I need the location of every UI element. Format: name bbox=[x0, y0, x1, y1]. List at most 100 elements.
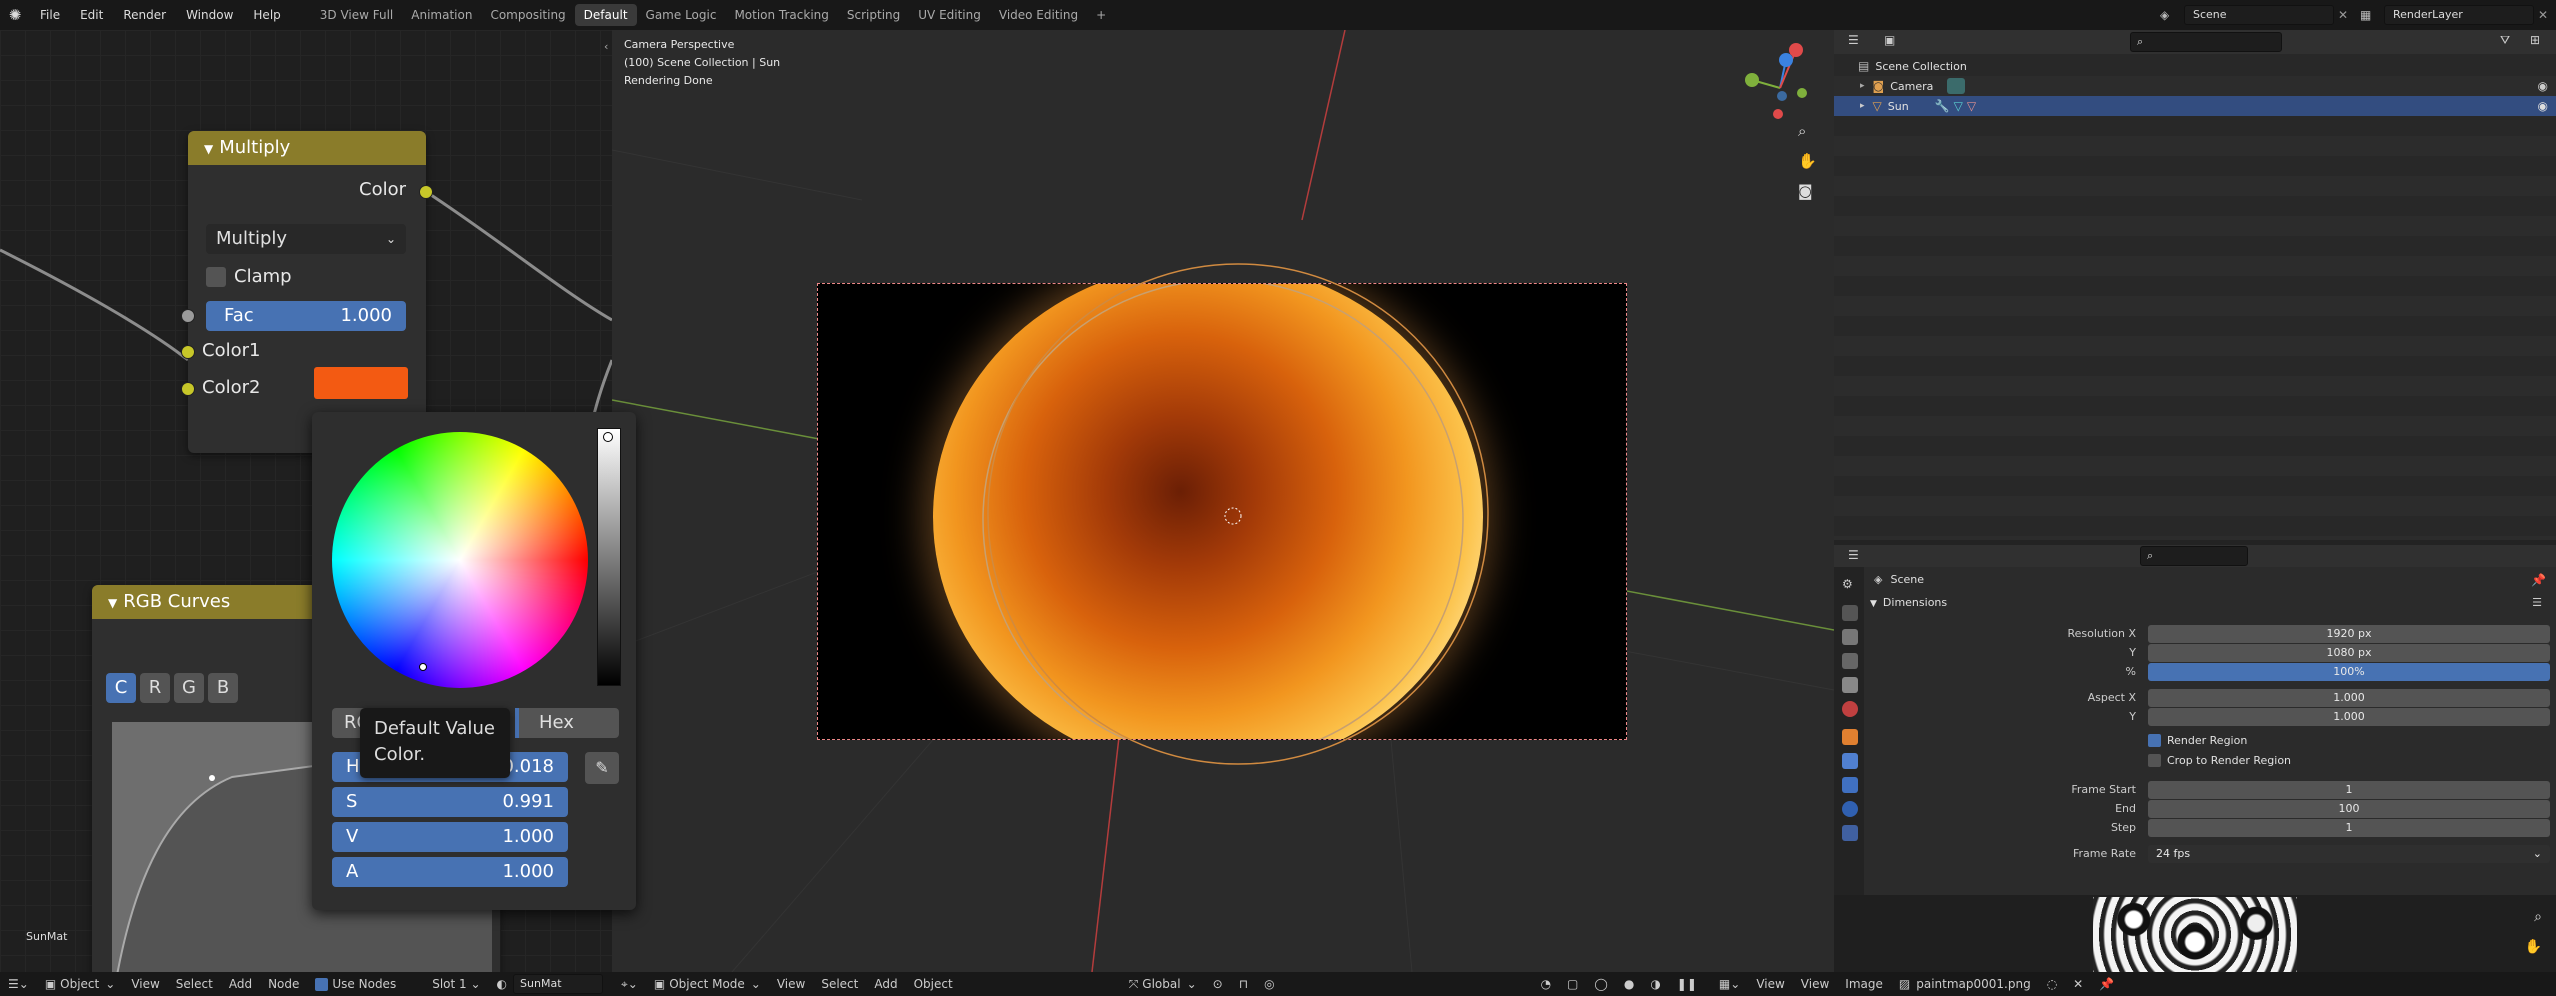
hand-icon[interactable]: ✋ bbox=[1798, 152, 1817, 170]
outliner-row-sun[interactable]: ▸ ▽ Sun 🔧 ▽ ▽ ◉ bbox=[1834, 96, 2556, 116]
collapse-icon[interactable]: ▼ bbox=[204, 142, 213, 156]
aspect-x-field[interactable]: 1.000 bbox=[2148, 689, 2550, 707]
object-tab-icon[interactable] bbox=[1842, 729, 1858, 745]
panel-collapse-icon[interactable]: ▼ bbox=[1870, 599, 1877, 609]
pin-icon[interactable]: 📌 bbox=[2531, 573, 2546, 587]
channel-r-button[interactable]: R bbox=[140, 673, 170, 703]
color-picker-popup[interactable]: RGB Hex H0.018 ✎ S0.991 V1.000 A1.000 De… bbox=[312, 412, 636, 910]
frame-end-field[interactable]: 100 bbox=[2148, 800, 2550, 818]
3d-viewport[interactable]: Camera Perspective (100) Scene Collectio… bbox=[612, 30, 1834, 972]
node-menu-select[interactable]: Select bbox=[168, 977, 221, 991]
material-selector[interactable]: ◐ SunMat bbox=[489, 974, 611, 994]
resolution-y-field[interactable]: 1080 px bbox=[2148, 644, 2550, 662]
render-layer-field[interactable]: RenderLayer bbox=[2384, 5, 2534, 25]
menu-help[interactable]: Help bbox=[243, 0, 290, 30]
img-menu-view[interactable]: View bbox=[1748, 977, 1792, 991]
zoom-icon[interactable]: ⌕ bbox=[1798, 122, 1806, 140]
image-editor[interactable]: ⌕ ✋ bbox=[1834, 895, 2556, 972]
use-nodes-checkbox[interactable]: Use Nodes bbox=[307, 977, 404, 991]
color2-socket[interactable] bbox=[181, 382, 195, 396]
menu-render[interactable]: Render bbox=[113, 0, 176, 30]
camera-icon[interactable]: ◙ bbox=[1798, 182, 1813, 200]
node-menu-node[interactable]: Node bbox=[260, 977, 307, 991]
eye-icon[interactable]: ◉ bbox=[2538, 79, 2548, 93]
img-menu-view-2[interactable]: View bbox=[1793, 977, 1837, 991]
pin-icon[interactable]: 📌 bbox=[2091, 977, 2122, 991]
outliner-search-input[interactable]: ⌕ bbox=[2130, 32, 2282, 52]
tab-video-editing[interactable]: Video Editing bbox=[990, 4, 1087, 26]
new-collection-icon[interactable]: ⊞ bbox=[2530, 33, 2540, 47]
saturation-field[interactable]: S 0.991 bbox=[332, 787, 568, 817]
channel-c-button[interactable]: C bbox=[106, 673, 136, 703]
tool-tab-icon[interactable]: ⚙ bbox=[1842, 577, 1858, 593]
close-icon[interactable]: ✕ bbox=[2338, 8, 2348, 22]
editor-type-icon[interactable]: ☰ bbox=[1848, 33, 1859, 47]
hex-mode-button[interactable]: Hex bbox=[515, 708, 619, 738]
filter-icon[interactable]: ⛛ bbox=[2500, 33, 2510, 48]
tab-3d-view-full[interactable]: 3D View Full bbox=[311, 4, 403, 26]
viewport-menu-select[interactable]: Select bbox=[813, 977, 866, 991]
frame-step-field[interactable]: 1 bbox=[2148, 819, 2550, 837]
hand-icon[interactable]: ✋ bbox=[2525, 939, 2542, 955]
frame-rate-dropdown[interactable]: 24 fps ⌄ bbox=[2148, 845, 2550, 863]
eye-icon[interactable]: ◉ bbox=[2538, 99, 2548, 113]
multiply-node[interactable]: ▼ Multiply Color Multiply ⌄ Clamp Fac 1.0… bbox=[181, 131, 433, 453]
blender-logo-icon[interactable]: ✺ bbox=[0, 6, 30, 24]
resolution-percent-slider[interactable]: 100% bbox=[2148, 663, 2550, 681]
image-selector[interactable]: ▨ paintmap0001.png bbox=[1891, 977, 2039, 991]
alpha-field[interactable]: A 1.000 bbox=[332, 857, 568, 887]
node-mode-dropdown[interactable]: ▣ Object ⌄ bbox=[37, 977, 124, 991]
expand-arrow-icon[interactable]: ▸ bbox=[1860, 101, 1865, 111]
close-icon[interactable]: ✕ bbox=[2538, 8, 2548, 22]
fake-user-icon[interactable]: ◌ bbox=[2039, 977, 2065, 991]
fac-slider[interactable]: Fac 1.000 bbox=[206, 301, 406, 331]
navigation-gizmo[interactable] bbox=[1730, 38, 1830, 138]
properties-editor[interactable]: ☰ ⌕ ⚙ ◈ Scene 📌 ▼ Dimensions ☰ Resolution… bbox=[1834, 545, 2556, 895]
menu-file[interactable]: File bbox=[30, 0, 70, 30]
crop-region-checkbox[interactable]: Crop to Render Region bbox=[2148, 754, 2291, 767]
resolution-x-field[interactable]: 1920 px bbox=[2148, 625, 2550, 643]
scene-name-field[interactable]: Scene bbox=[2184, 5, 2334, 25]
pause-render-icon[interactable]: ❚❚ bbox=[1669, 977, 1705, 991]
viewport-menu-view[interactable]: View bbox=[769, 977, 813, 991]
close-icon[interactable]: ✕ bbox=[2065, 977, 2091, 991]
viewport-menu-add[interactable]: Add bbox=[866, 977, 905, 991]
outliner-row-scene-collection[interactable]: ▤ Scene Collection bbox=[1834, 56, 2556, 76]
frame-start-field[interactable]: 1 bbox=[2148, 781, 2550, 799]
node-menu-view[interactable]: View bbox=[123, 977, 167, 991]
color1-socket[interactable] bbox=[181, 345, 195, 359]
outliner-row-camera[interactable]: ▸ ◙ Camera ◉ bbox=[1834, 76, 2556, 96]
value-slider-handle[interactable] bbox=[603, 432, 613, 442]
aspect-y-field[interactable]: 1.000 bbox=[2148, 708, 2550, 726]
slot-dropdown[interactable]: Slot 1 ⌄ bbox=[424, 977, 488, 991]
display-mode-icon[interactable]: ▣ bbox=[1884, 33, 1895, 47]
clamp-checkbox[interactable]: Clamp bbox=[206, 266, 292, 287]
menu-window[interactable]: Window bbox=[176, 0, 243, 30]
editor-type-icon[interactable]: ⌖⌄ bbox=[613, 977, 646, 992]
list-icon[interactable]: ☰ bbox=[2532, 593, 2542, 613]
checkbox-box[interactable] bbox=[2148, 754, 2161, 767]
render-region-checkbox[interactable]: Render Region bbox=[2148, 734, 2247, 747]
tab-default[interactable]: Default bbox=[574, 4, 637, 26]
tab-game-logic[interactable]: Game Logic bbox=[637, 4, 726, 26]
collapse-icon[interactable]: ▼ bbox=[108, 596, 117, 610]
tab-uv-editing[interactable]: UV Editing bbox=[909, 4, 990, 26]
channel-g-button[interactable]: G bbox=[174, 673, 204, 703]
channel-b-button[interactable]: B bbox=[208, 673, 238, 703]
zoom-icon[interactable]: ⌕ bbox=[2534, 909, 2542, 925]
node-header[interactable]: ▼ Multiply bbox=[188, 131, 426, 165]
viewport-menu-object[interactable]: Object bbox=[906, 977, 961, 991]
editor-type-icon[interactable]: ▦⌄ bbox=[1711, 977, 1748, 991]
tab-motion-tracking[interactable]: Motion Tracking bbox=[725, 4, 837, 26]
shading-solid-icon[interactable]: ● bbox=[1616, 977, 1642, 991]
transform-orientation-dropdown[interactable]: ⤧ Global ⌄ bbox=[1121, 977, 1205, 992]
editor-type-icon[interactable]: ☰ bbox=[1848, 548, 1859, 562]
fac-socket[interactable] bbox=[181, 309, 195, 323]
value-slider[interactable] bbox=[597, 428, 621, 686]
tab-animation[interactable]: Animation bbox=[402, 4, 481, 26]
scene-selector[interactable]: ◈ Scene ✕ bbox=[2160, 4, 2350, 26]
dimensions-panel-header[interactable]: ▼ Dimensions ☰ bbox=[1870, 593, 2556, 613]
editor-type-icon[interactable]: ☰⌄ bbox=[0, 977, 37, 991]
render-tab-icon[interactable] bbox=[1842, 605, 1858, 621]
img-menu-image[interactable]: Image bbox=[1837, 977, 1891, 991]
